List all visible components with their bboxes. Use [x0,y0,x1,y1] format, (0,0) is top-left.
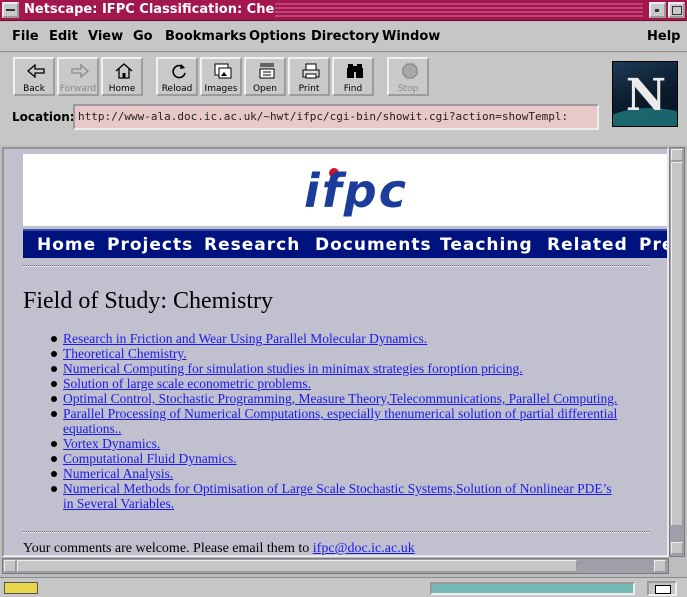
nav-projects[interactable]: Projects [107,235,193,255]
footer-email-link[interactable]: ifpc@doc.ic.ac.uk [313,541,415,555]
bullet [51,411,57,417]
find-label: Find [343,84,363,94]
reload-button[interactable]: Reload [156,57,198,96]
bullet [51,366,57,372]
nav-pre[interactable]: Pre [639,235,667,255]
bullet [51,351,57,357]
menu-go[interactable]: Go [133,29,153,44]
status-bar [0,577,687,597]
images-label: Images [204,84,238,94]
horizontal-scrollbar[interactable] [2,558,669,574]
bullet [51,396,57,402]
titlebar-stripes [275,3,643,17]
scroll-right-arrow[interactable] [654,560,666,572]
list-link[interactable]: Numerical Analysis. [63,466,653,481]
stop-icon [402,63,418,79]
forward-button[interactable]: Forward [57,57,99,96]
nav-teaching[interactable]: Teaching [440,235,533,255]
footer: Your comments are welcome. Please email … [23,541,415,556]
nav-related[interactable]: Related [547,235,628,255]
list-link[interactable]: Research in Friction and Wear Using Para… [63,331,653,346]
print-button[interactable]: Print [288,57,330,96]
images-icon [214,63,232,79]
menu-file[interactable]: File [12,29,39,44]
back-arrow-icon [27,63,45,79]
ifpc-logo: ifpc [304,164,408,218]
minimize-button[interactable] [649,2,666,18]
home-label: Home [108,84,136,94]
window-menu-button[interactable] [2,2,19,18]
page-content: ifpc Home Projects Research Documents Te… [2,147,669,557]
divider-top [23,265,649,267]
reload-label: Reload [161,84,193,94]
scroll-left-arrow[interactable] [4,560,16,572]
menu-window[interactable]: Window [382,29,440,44]
netscape-logo-letter: N [625,70,667,121]
open-button[interactable]: Open [244,57,286,96]
window-titlebar: Netscape: IFPC Classification: Chemistry [0,0,687,21]
back-label: Back [23,84,45,94]
menu-edit[interactable]: Edit [49,29,78,44]
ifpc-banner: ifpc [23,154,667,226]
list-link-continued[interactable]: equations.. [63,421,653,436]
list-link[interactable]: Parallel Processing of Numerical Computa… [63,406,653,421]
bullet [51,456,57,462]
menu-bookmarks[interactable]: Bookmarks [165,29,247,44]
vertical-scroll-thumb[interactable] [671,162,683,526]
reload-icon [172,64,186,79]
divider-bottom [23,531,649,533]
forward-label: Forward [59,84,97,94]
bullet [51,486,57,492]
footer-text: Your comments are welcome. Please email … [23,541,313,556]
security-key-icon[interactable] [4,582,38,594]
nav-research[interactable]: Research [204,235,300,255]
stop-button[interactable]: Stop [387,57,429,96]
print-label: Print [298,84,320,94]
find-button[interactable]: Find [332,57,374,96]
vertical-scrollbar[interactable] [669,147,685,557]
scroll-up-arrow[interactable] [671,149,683,161]
menu-options[interactable]: Options [249,29,306,44]
bullet [51,336,57,342]
images-button[interactable]: Images [200,57,242,96]
print-icon [302,63,320,79]
mail-icon[interactable] [647,581,677,596]
maximize-button[interactable] [668,2,685,18]
bullet [51,441,57,447]
netscape-logo[interactable]: N [612,61,678,127]
site-nav: Home Projects Research Documents Teachin… [23,229,667,258]
nav-documents[interactable]: Documents [315,235,432,255]
forward-arrow-icon [71,63,89,79]
horizontal-scroll-thumb[interactable] [17,560,577,572]
home-icon [115,63,133,79]
location-url-input[interactable]: http://www-ala.doc.ic.ac.uk/~hwt/ifpc/cg… [73,104,599,130]
nav-home[interactable]: Home [37,235,96,255]
list-link[interactable]: Optimal Control, Stochastic Programming,… [63,391,653,406]
menu-bar: File Edit View Go Bookmarks Options Dire… [0,22,687,52]
list-link-continued[interactable]: in Several Variables. [63,496,653,511]
back-button[interactable]: Back [13,57,55,96]
list-link[interactable]: Solution of large scale econometric prob… [63,376,653,391]
progress-bar [430,582,635,595]
menu-directory[interactable]: Directory [311,29,379,44]
list-link[interactable]: Numerical Methods for Optimisation of La… [63,481,653,496]
location-label: Location: [12,110,75,124]
bullet [51,471,57,477]
scroll-down-arrow[interactable] [671,542,683,554]
open-label: Open [252,84,278,94]
list-link[interactable]: Numerical Computing for simulation studi… [63,361,653,376]
page-title: Field of Study: Chemistry [23,288,274,314]
bullet [51,381,57,387]
find-binoculars-icon [347,64,363,78]
open-icon [259,63,275,79]
toolbar: Back Forward Home Reload Images Open Pri… [0,53,687,145]
menu-view[interactable]: View [88,29,123,44]
list-link[interactable]: Theoretical Chemistry. [63,346,653,361]
stop-label: Stop [397,84,419,94]
list-link[interactable]: Computational Fluid Dynamics. [63,451,653,466]
menu-help[interactable]: Help [647,29,680,44]
list-link[interactable]: Vortex Dynamics. [63,436,653,451]
home-button[interactable]: Home [101,57,143,96]
